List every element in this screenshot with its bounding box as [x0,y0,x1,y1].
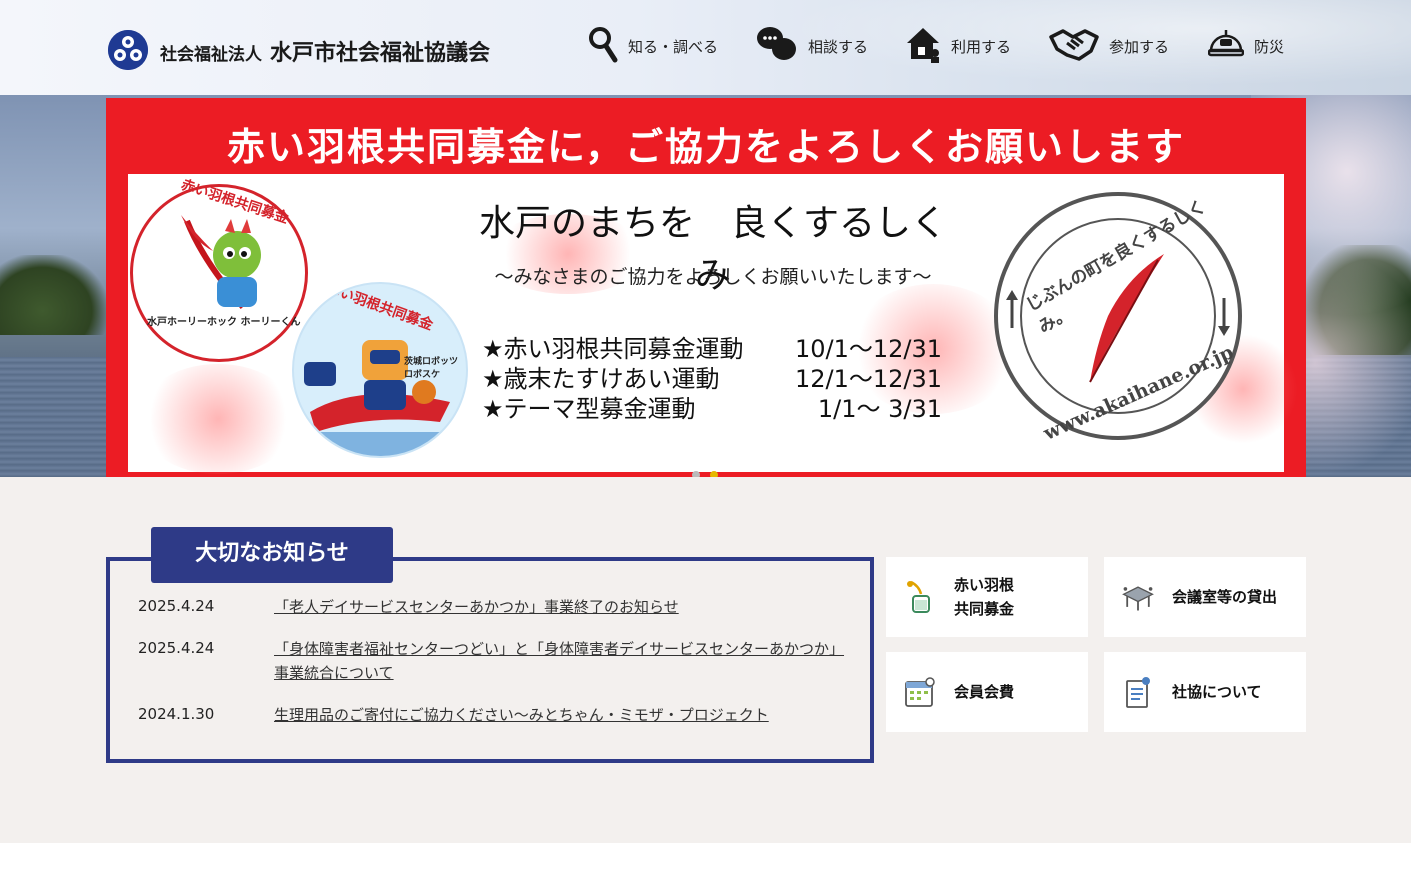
card-label: 会議室等の貸出 [1172,588,1278,606]
card-label: 会員会費 [954,683,1015,701]
nav-item-use[interactable]: 利用する [905,26,1011,66]
card-label-line2: 共同募金 [954,600,1015,618]
red-feather-fundraising-icon [902,579,938,615]
campaign-banner[interactable]: 赤い羽根共同募金に，ご協力をよろしくお願いします 赤い羽根共同募金 水戸ホーリー… [106,98,1306,477]
notice-title: 大切なお知らせ [151,527,393,583]
logo-org-name: 水戸市社会福祉協議会 [270,41,491,66]
house-icon [905,25,941,67]
card-meeting-room[interactable]: 会議室等の貸出 [1104,557,1306,637]
arrow-down-icon [1218,298,1230,336]
mascot-robosuke-badge: 赤い羽根共同募金 茨城ロボッツ ロボスケ [292,282,468,458]
notice-item: 2025.4.24 「身体障害者福祉センターつどい」と「身体障害者デイサービスセ… [138,637,858,685]
notice-list: 2025.4.24 「老人デイサービスセンターあかつか」事業終了のお知らせ 20… [138,595,858,745]
nav-label: 利用する [951,37,1012,56]
nav-item-participate[interactable]: 参加する [1049,26,1169,66]
campaign-row: ★赤い羽根共同募金運動 10/1～12/31 [482,334,942,364]
search-icon [588,25,618,67]
chat-icon [756,25,798,67]
notice-link[interactable]: 「身体障害者福祉センターつどい」と「身体障害者デイサービスセンターあかつか」事業… [274,637,858,685]
main-content: 2025.4.24 「老人デイサービスセンターあかつか」事業終了のお知らせ 20… [0,477,1411,843]
campaign-period: 1/1～ 3/31 [817,395,942,423]
notice-date: 2025.4.24 [138,597,215,615]
campaign-name: ★テーマ型募金運動 [482,395,696,423]
calendar-icon [902,674,938,710]
site-header: 社会福祉法人 水戸市社会福祉協議会 知る・調べる 相談する 利用する 参加する … [0,0,1411,95]
banner-headline: 赤い羽根共同募金に，ご協力をよろしくお願いします [226,125,1186,169]
nav-label: 知る・調べる [628,37,719,56]
campaign-name: ★歳末たすけあい運動 [482,365,720,393]
akaihane-stamp: じぶんの町を良くするしくみ。 www.akaihane.or.jp [994,192,1242,445]
nav-item-know[interactable]: 知る・調べる [588,26,718,66]
card-about-shakyo[interactable]: 社協について [1104,652,1306,732]
nav-label: 防災 [1254,37,1285,56]
campaign-period: 10/1～12/31 [794,335,942,363]
nav-label: 参加する [1109,37,1170,56]
notice-item: 2025.4.24 「老人デイサービスセンターあかつか」事業終了のお知らせ [138,595,858,619]
logo-mark-icon [108,30,148,70]
arrow-up-icon [1006,290,1018,328]
handshake-icon [1049,25,1099,67]
notice-date: 2024.1.30 [138,705,215,723]
notice-link[interactable]: 生理用品のご寄付にご協力ください～みとちゃん・ミモザ・プロジェクト [274,703,858,727]
mascot2-name: 茨城ロボッツ ロボスケ [404,357,459,380]
page-footer-area [0,843,1411,873]
hero-tree-left [0,255,106,335]
meeting-room-icon [1120,579,1156,615]
important-notice-box: 2025.4.24 「老人デイサービスセンターあかつか」事業終了のお知らせ 20… [106,557,874,763]
campaign-row: ★テーマ型募金運動 1/1～ 3/31 [482,394,942,424]
campaign-row: ★歳末たすけあい運動 12/1～12/31 [482,364,942,394]
campaign-name: ★赤い羽根共同募金運動 [482,335,744,363]
card-label: 社協について [1172,683,1262,701]
notice-item: 2024.1.30 生理用品のご寄付にご協力ください～みとちゃん・ミモザ・プロジ… [138,703,858,727]
red-feather-icon [1089,254,1164,383]
mascot-horii-kun-badge: 赤い羽根共同募金 水戸ホーリーホック ホーリーくん [130,177,308,362]
mascot1-name: 水戸ホーリーホック ホーリーくん [147,317,301,328]
campaign-list: ★赤い羽根共同募金運動 10/1～12/31 ★歳末たすけあい運動 12/1～1… [482,334,942,424]
card-label-line1: 赤い羽根 [954,576,1015,594]
campaign-period: 12/1～12/31 [794,365,942,393]
banner-subtitle2: ～みなさまのご協力をよろしくお願いいたします～ [494,266,932,288]
nav-item-consult[interactable]: 相談する [756,26,868,66]
dragon-mascot-icon [181,215,261,309]
notice-link[interactable]: 「老人デイサービスセンターあかつか」事業終了のお知らせ [274,595,858,619]
card-membership-fee[interactable]: 会員会費 [886,652,1088,732]
decor-blob [138,364,298,474]
robot-mascot-icon [300,340,464,456]
nav-label: 相談する [808,37,869,56]
helmet-icon [1207,25,1245,67]
logo-org-type: 社会福祉法人 [160,44,262,65]
card-label: 赤い羽根 共同募金 [954,573,1014,621]
nav-item-disaster[interactable]: 防災 [1207,25,1285,67]
banner-panel: 赤い羽根共同募金 水戸ホーリーホック ホーリーくん 赤い羽根共同募金 茨城ロボッ… [128,174,1298,474]
card-red-feather[interactable]: 赤い羽根 共同募金 [886,557,1088,637]
document-icon [1120,674,1156,710]
notice-date: 2025.4.24 [138,639,215,657]
site-logo[interactable]: 社会福祉法人 水戸市社会福祉協議会 [108,30,490,70]
